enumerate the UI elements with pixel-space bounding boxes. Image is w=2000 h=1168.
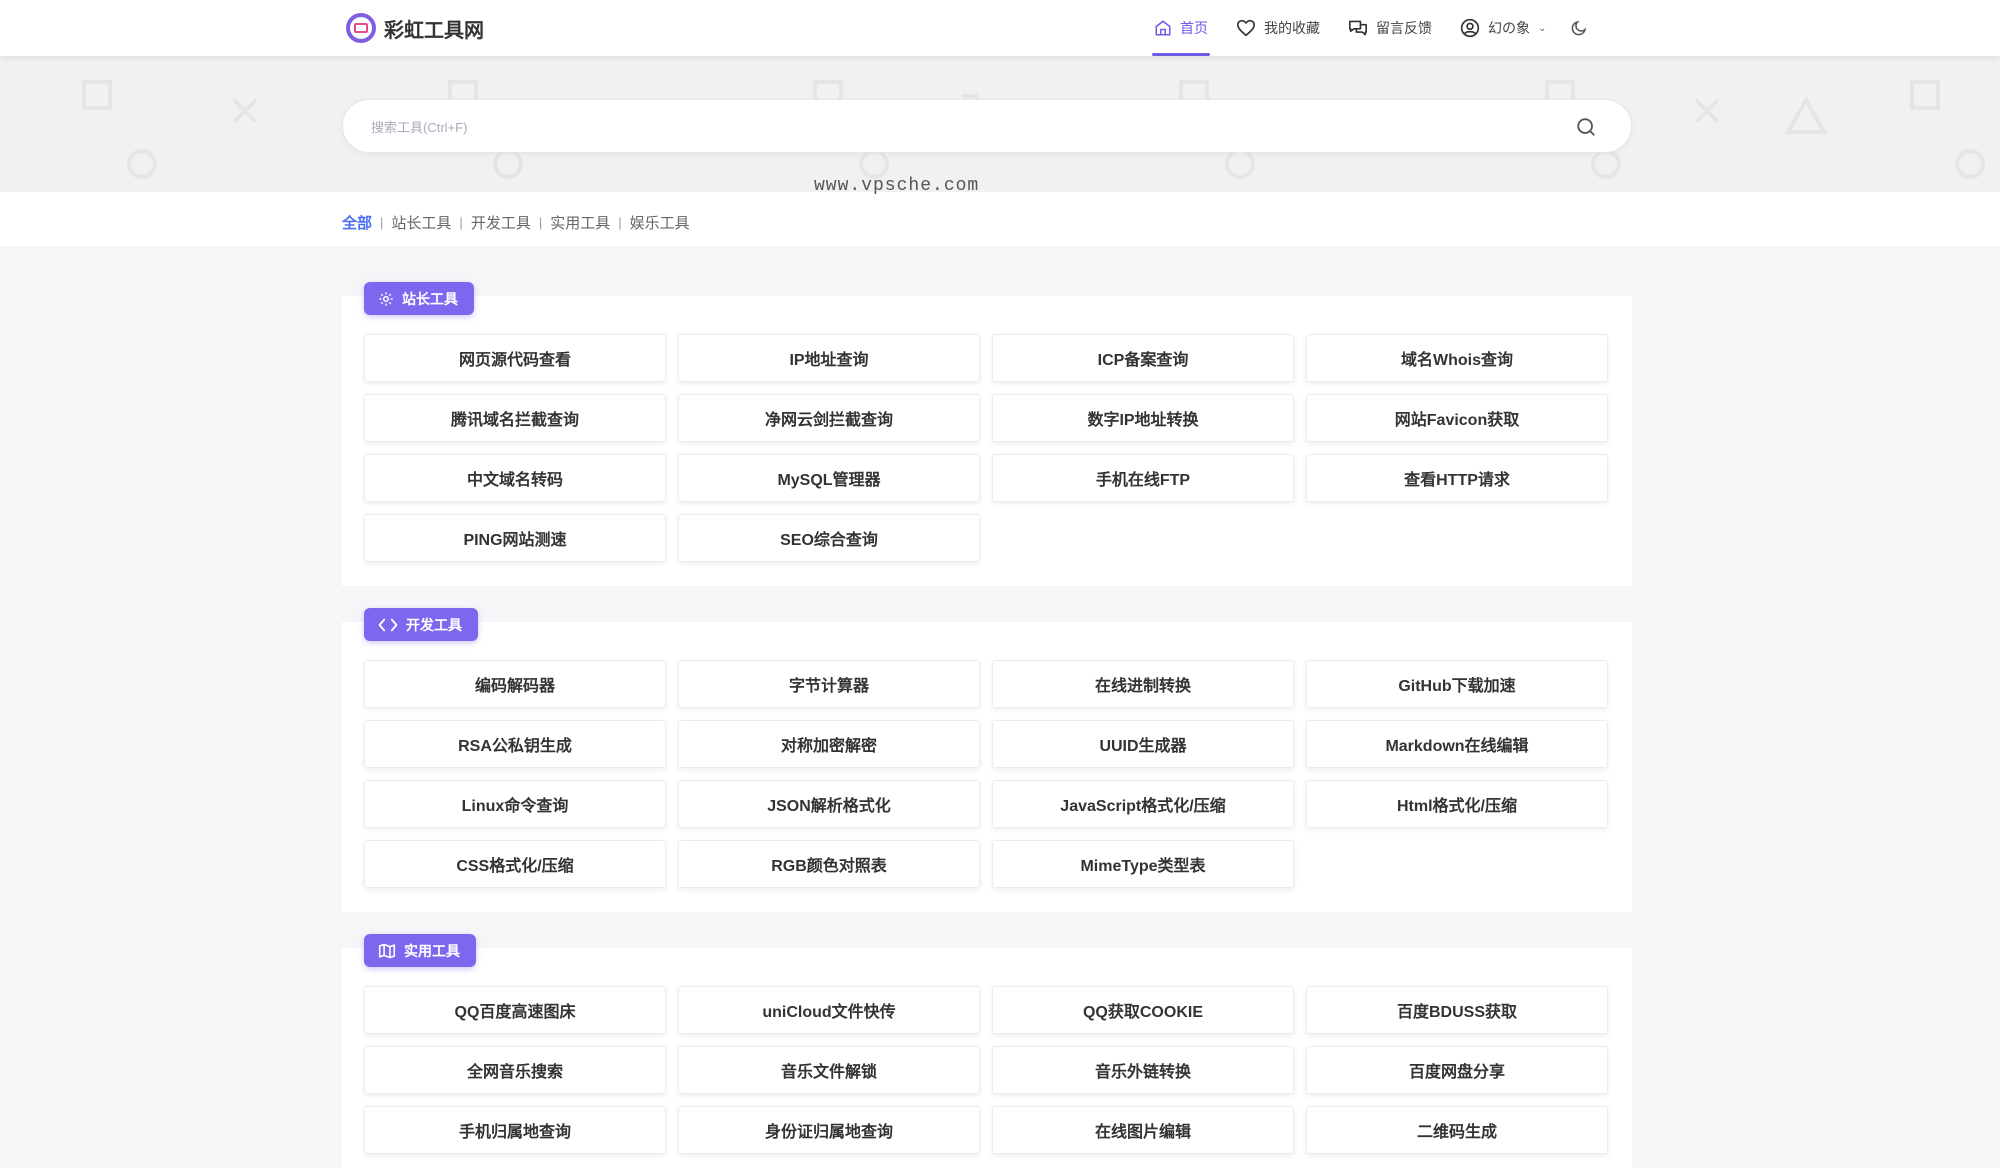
filter-fun[interactable]: 娱乐工具 — [630, 212, 690, 233]
tool-card[interactable]: JSON解析格式化 — [678, 780, 980, 828]
tool-card[interactable]: 音乐文件解锁 — [678, 1046, 980, 1094]
brand-name: 彩虹工具网 — [384, 19, 484, 42]
filter-webmaster[interactable]: 站长工具 — [391, 212, 451, 233]
tool-card[interactable]: 数字IP地址转换 — [992, 394, 1294, 442]
tool-card[interactable]: 网页源代码查看 — [364, 334, 666, 382]
chat-icon — [1349, 20, 1367, 36]
tool-card[interactable]: 查看HTTP请求 — [1306, 454, 1608, 502]
tool-card[interactable]: IP地址查询 — [678, 334, 980, 382]
tool-card[interactable]: 百度网盘分享 — [1306, 1046, 1608, 1094]
brand-logo-link[interactable]: 彩虹工具网 — [346, 12, 484, 44]
tool-card[interactable]: ICP备案查询 — [992, 334, 1294, 382]
tool-card[interactable]: 手机在线FTP — [992, 454, 1294, 502]
map-icon — [378, 943, 396, 958]
tool-card[interactable]: CSS格式化/压缩 — [364, 840, 666, 888]
tool-card[interactable]: uniCloud文件快传 — [678, 986, 980, 1034]
section-webmaster-tools: 站长工具 网页源代码查看 IP地址查询 ICP备案查询 域名Whois查询 腾讯… — [342, 282, 1632, 586]
tool-grid: 网页源代码查看 IP地址查询 ICP备案查询 域名Whois查询 腾讯域名拦截查… — [364, 334, 1608, 562]
filter-separator: | — [380, 215, 384, 230]
tool-card[interactable]: 身份证归属地查询 — [678, 1106, 980, 1154]
filter-dev[interactable]: 开发工具 — [471, 212, 531, 233]
tool-card[interactable]: MimeType类型表 — [992, 840, 1294, 888]
toolbox-logo-icon — [346, 13, 376, 43]
nav-feedback[interactable]: 留言反馈 — [1334, 0, 1446, 56]
filter-separator: | — [538, 215, 543, 230]
nav-favorites[interactable]: 我的收藏 — [1222, 0, 1334, 56]
tool-card[interactable]: 百度BDUSS获取 — [1306, 986, 1608, 1034]
main-nav: 首页 我的收藏 留言反馈 幻の象 ⌄ — [1140, 0, 1598, 56]
search-icon[interactable] — [1575, 116, 1597, 138]
theme-toggle[interactable] — [1560, 0, 1598, 56]
tool-card[interactable]: 在线图片编辑 — [992, 1106, 1294, 1154]
tool-card[interactable]: Markdown在线编辑 — [1306, 720, 1608, 768]
tool-card[interactable]: 在线进制转换 — [992, 660, 1294, 708]
filter-all[interactable]: 全部 — [342, 212, 372, 233]
tool-card[interactable]: JavaScript格式化/压缩 — [992, 780, 1294, 828]
home-icon — [1155, 20, 1171, 36]
tool-card[interactable]: 对称加密解密 — [678, 720, 980, 768]
filter-separator: | — [459, 215, 463, 230]
tool-card[interactable]: RSA公私钥生成 — [364, 720, 666, 768]
tool-card[interactable]: QQ百度高速图床 — [364, 986, 666, 1034]
chevron-down-icon: ⌄ — [1538, 22, 1547, 34]
tool-card[interactable]: GitHub下载加速 — [1306, 660, 1608, 708]
tool-grid: QQ百度高速图床 uniCloud文件快传 QQ获取COOKIE 百度BDUSS… — [364, 986, 1608, 1154]
nav-home[interactable]: 首页 — [1140, 0, 1222, 56]
search-input[interactable] — [371, 112, 1551, 142]
tool-card[interactable]: 网站Favicon获取 — [1306, 394, 1608, 442]
tool-card[interactable]: 编码解码器 — [364, 660, 666, 708]
heart-icon — [1237, 19, 1255, 37]
tool-grid: 编码解码器 字节计算器 在线进制转换 GitHub下载加速 RSA公私钥生成 对… — [364, 660, 1608, 888]
tool-card[interactable]: Html格式化/压缩 — [1306, 780, 1608, 828]
tool-card[interactable]: SEO综合查询 — [678, 514, 980, 562]
tool-card[interactable]: 全网音乐搜索 — [364, 1046, 666, 1094]
tool-card[interactable]: RGB颜色对照表 — [678, 840, 980, 888]
tool-card[interactable]: Linux命令查询 — [364, 780, 666, 828]
section-badge-dev: 开发工具 — [364, 608, 478, 641]
tool-card[interactable]: 中文域名转码 — [364, 454, 666, 502]
category-filter-list: 全部 | 站长工具 | 开发工具 | 实用工具 | 娱乐工具 — [342, 212, 690, 233]
moon-icon — [1572, 20, 1587, 36]
section-dev-tools: 开发工具 编码解码器 字节计算器 在线进制转换 GitHub下载加速 RSA公私… — [342, 608, 1632, 912]
nav-user-menu[interactable]: 幻の象 ⌄ — [1446, 0, 1560, 56]
nav-user-label: 幻の象 — [1488, 22, 1530, 37]
search-bar — [342, 99, 1632, 153]
tool-card[interactable]: 二维码生成 — [1306, 1106, 1608, 1154]
tool-card[interactable]: 域名Whois查询 — [1306, 334, 1608, 382]
filter-utility[interactable]: 实用工具 — [550, 212, 610, 233]
tool-card[interactable]: 腾讯域名拦截查询 — [364, 394, 666, 442]
section-title: 实用工具 — [404, 942, 460, 959]
nav-favorites-label: 我的收藏 — [1264, 22, 1320, 37]
tool-card[interactable]: 净网云剑拦截查询 — [678, 394, 980, 442]
user-icon — [1460, 18, 1480, 38]
section-title: 开发工具 — [406, 616, 462, 633]
gear-icon — [379, 291, 393, 306]
section-badge-webmaster: 站长工具 — [364, 282, 474, 315]
section-title: 站长工具 — [402, 290, 458, 307]
tool-card[interactable]: UUID生成器 — [992, 720, 1294, 768]
tool-card[interactable]: MySQL管理器 — [678, 454, 980, 502]
tool-card[interactable]: 字节计算器 — [678, 660, 980, 708]
section-utility-tools: 实用工具 QQ百度高速图床 uniCloud文件快传 QQ获取COOKIE 百度… — [342, 934, 1632, 1168]
filter-separator: | — [618, 215, 622, 230]
nav-feedback-label: 留言反馈 — [1376, 22, 1432, 37]
tool-card[interactable]: PING网站测速 — [364, 514, 666, 562]
top-navbar: 彩虹工具网 首页 我的收藏 留言反馈 幻の象 ⌄ — [0, 0, 2000, 56]
tool-card[interactable]: 音乐外链转换 — [992, 1046, 1294, 1094]
nav-home-label: 首页 — [1180, 22, 1208, 37]
category-filter-bar: 全部 | 站长工具 | 开发工具 | 实用工具 | 娱乐工具 — [0, 192, 2000, 246]
tool-card[interactable]: 手机归属地查询 — [364, 1106, 666, 1154]
section-badge-utility: 实用工具 — [364, 934, 476, 967]
watermark-text: www.vpsche.com — [814, 176, 980, 196]
code-icon — [378, 618, 398, 631]
tool-card[interactable]: QQ获取COOKIE — [992, 986, 1294, 1034]
